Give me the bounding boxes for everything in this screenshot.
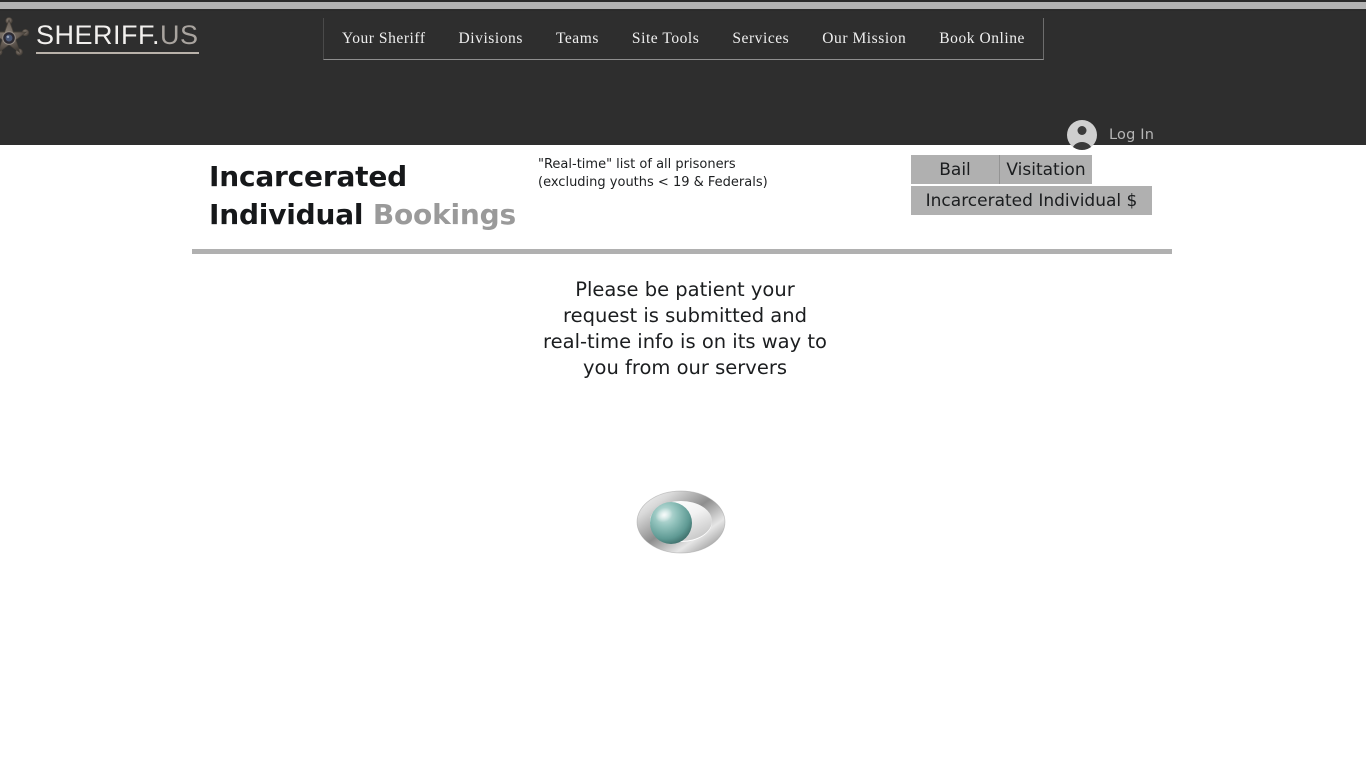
page-title-line1: Incarcerated <box>209 160 407 193</box>
page-subtitle-line2: (excluding youths < 19 & Federals) <box>538 175 768 190</box>
bail-button[interactable]: Bail <box>911 155 999 184</box>
brand-text-secondary: US <box>160 20 199 50</box>
section-divider <box>192 249 1172 254</box>
nav-item-your-sheriff[interactable]: Your Sheriff <box>342 30 426 48</box>
login-button[interactable]: Log In <box>1067 120 1154 150</box>
page-title-line2-dark: Individual <box>209 198 373 231</box>
nav-item-site-tools[interactable]: Site Tools <box>632 30 699 48</box>
brand-text-primary: SHERIFF. <box>36 20 161 50</box>
page-title-line2-grey: Bookings <box>372 198 516 231</box>
loading-message: Please be patient your request is submit… <box>543 278 827 379</box>
site-header: SHERIFF.US Your Sheriff Divisions Teams … <box>0 11 1366 150</box>
nav-item-teams[interactable]: Teams <box>556 30 599 48</box>
user-avatar-icon <box>1067 120 1097 150</box>
nav-item-services[interactable]: Services <box>732 30 789 48</box>
nav-item-divisions[interactable]: Divisions <box>459 30 523 48</box>
page-subtitle-line1: "Real-time" list of all prisoners <box>538 157 736 172</box>
browser-chrome-bar <box>0 0 1366 11</box>
visitation-button[interactable]: Visitation <box>999 155 1092 184</box>
primary-navigation: Your Sheriff Divisions Teams Site Tools … <box>323 18 1044 60</box>
nav-item-book-online[interactable]: Book Online <box>939 30 1025 48</box>
nav-item-our-mission[interactable]: Our Mission <box>822 30 906 48</box>
browser-chrome-band <box>0 2 1366 9</box>
sheriff-star-badge-icon <box>0 17 29 56</box>
page-title: Incarcerated Individual Bookings <box>209 158 529 234</box>
action-button-group: Bail Visitation Incarcerated Individual … <box>911 155 1152 215</box>
action-button-row-top: Bail Visitation <box>911 155 1152 184</box>
brand-text: SHERIFF.US <box>36 22 199 54</box>
incarcerated-individual-cost-button[interactable]: Incarcerated Individual $ <box>911 186 1152 215</box>
page-subtitle: "Real-time" list of all prisoners (exclu… <box>538 156 768 192</box>
loading-orbit-spinner-icon <box>636 490 726 554</box>
login-label: Log In <box>1109 127 1155 143</box>
brand-logo-link[interactable]: SHERIFF.US <box>0 14 199 62</box>
